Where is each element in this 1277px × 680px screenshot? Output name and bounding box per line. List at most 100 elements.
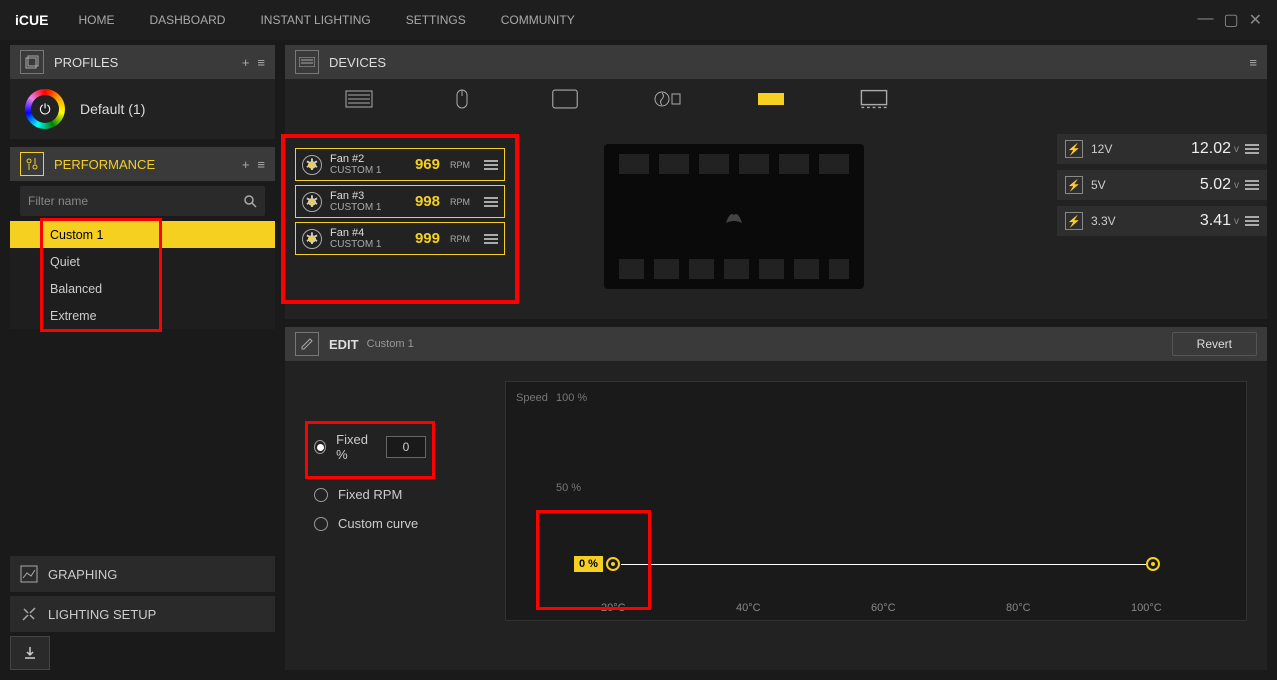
graphing-label: GRAPHING [48,567,117,582]
device-cooler-icon[interactable] [654,89,682,109]
device-mousepad-icon[interactable] [551,89,579,109]
search-icon [243,194,257,208]
lighting-label: LIGHTING SETUP [48,607,156,622]
volt-menu-icon[interactable] [1245,216,1259,226]
window-controls: — ▢ ✕ [1197,10,1262,30]
fan-profile: CUSTOM 1 [330,202,382,213]
fan-menu-icon[interactable] [484,197,498,207]
custom-curve-label: Custom curve [338,516,418,531]
highlight-chart-point [536,510,651,610]
volt-menu-icon[interactable] [1245,180,1259,190]
mode-fixed-rpm[interactable]: Fixed RPM [314,487,485,502]
chart-xtick-80: 80°C [1006,602,1031,614]
radio-custom-curve[interactable] [314,517,328,531]
volt-label: 3.3V [1091,214,1116,228]
profiles-header: PROFILES + ≡ [10,45,275,79]
profiles-title: PROFILES [54,55,118,70]
radio-fixed-pct[interactable] [314,440,326,454]
voltage-panel: ⚡ 12V 12.02v ⚡ 5V 5.02v ⚡ 3.3V 3.4 [1057,134,1267,304]
profiles-menu-icon[interactable]: ≡ [257,55,265,70]
perf-item-balanced[interactable]: Balanced [10,275,275,302]
chart-curve-line [621,564,1156,565]
download-icon [22,645,38,661]
tools-icon [20,605,38,623]
nav-settings[interactable]: SETTINGS [406,13,466,27]
nav-instant-lighting[interactable]: INSTANT LIGHTING [260,13,370,27]
fan-menu-icon[interactable] [484,160,498,170]
devices-header: DEVICES ≡ [285,45,1267,79]
devices-title: DEVICES [329,55,386,70]
nav: HOME DASHBOARD INSTANT LIGHTING SETTINGS… [78,13,574,27]
nav-community[interactable]: COMMUNITY [501,13,575,27]
highlight-fixed-pct: Fixed % [305,421,435,479]
fan-row-2[interactable]: ✲ Fan #2CUSTOM 1 969RPM [295,148,505,181]
perf-item-custom1[interactable]: Custom 1 [10,221,275,248]
performance-list: Custom 1 Quiet Balanced Extreme [10,221,275,329]
nav-home[interactable]: HOME [78,13,114,27]
perf-item-extreme[interactable]: Extreme [10,302,275,329]
mode-fixed-pct[interactable]: Fixed % [314,432,426,462]
bolt-icon: ⚡ [1065,140,1083,158]
close-icon[interactable]: ✕ [1249,10,1262,30]
perf-item-quiet[interactable]: Quiet [10,248,275,275]
download-button[interactable] [10,636,50,670]
nav-dashboard[interactable]: DASHBOARD [149,13,225,27]
profile-default[interactable]: ⏻ Default (1) [10,79,275,139]
mode-custom-curve[interactable]: Custom curve [314,516,485,531]
fan-rpm: 999 [415,230,440,247]
device-ram-icon[interactable] [860,89,888,109]
chart-ylabel: Speed [516,392,548,404]
keyboard-icon [295,50,319,74]
fan-unit: RPM [450,234,470,244]
profile-label: Default (1) [80,101,145,117]
lighting-setup-button[interactable]: LIGHTING SETUP [10,596,275,632]
volt-row-12v: ⚡ 12V 12.02v [1057,134,1267,164]
fan-curve-chart[interactable]: Speed 100 % 50 % 20°C 40°C 60°C 80°C 100… [505,381,1247,621]
device-mouse-icon[interactable] [448,89,476,109]
devices-menu-icon[interactable]: ≡ [1249,55,1257,70]
chart-xtick-40: 40°C [736,602,761,614]
fan-profile: CUSTOM 1 [330,239,382,250]
filter-input[interactable]: Filter name [20,186,265,216]
revert-button[interactable]: Revert [1172,332,1257,356]
device-commander-icon[interactable] [757,89,785,109]
edit-header: EDIT Custom 1 Revert [285,327,1267,361]
performance-add-icon[interactable]: + [242,157,250,172]
fan-menu-icon[interactable] [484,234,498,244]
fan-icon: ✲ [302,229,322,249]
fixed-pct-input[interactable] [386,436,426,458]
fan-icon: ✲ [302,155,322,175]
fan-unit: RPM [450,160,470,170]
fan-name: Fan #3 [330,190,382,202]
fan-name: Fan #2 [330,153,382,165]
radio-fixed-rpm[interactable] [314,488,328,502]
graphing-button[interactable]: GRAPHING [10,556,275,592]
minimize-icon[interactable]: — [1197,10,1213,30]
corsair-logo-icon [722,205,746,229]
chart-ytick-50: 50 % [556,482,581,494]
volt-label: 12V [1091,142,1112,156]
app-logo: iCUE [15,12,48,28]
fan-icon: ✲ [302,192,322,212]
profiles-add-icon[interactable]: + [242,55,250,70]
device-tabs [285,79,1267,119]
edit-title: EDIT [329,337,359,352]
device-keyboard-icon[interactable] [345,89,373,109]
fan-profile: CUSTOM 1 [330,165,382,176]
graphing-icon [20,565,38,583]
volt-menu-icon[interactable] [1245,144,1259,154]
maximize-icon[interactable]: ▢ [1223,10,1238,30]
edit-subtitle: Custom 1 [367,338,414,350]
highlight-fan-list: ✲ Fan #2CUSTOM 1 969RPM ✲ Fan #3CUSTOM 1… [281,134,519,304]
chart-point-end[interactable] [1146,557,1160,571]
fan-rpm: 998 [415,193,440,210]
volt-unit: v [1234,144,1239,155]
fixed-rpm-label: Fixed RPM [338,487,402,502]
bolt-icon: ⚡ [1065,212,1083,230]
performance-menu-icon[interactable]: ≡ [257,157,265,172]
volt-row-3v3: ⚡ 3.3V 3.41v [1057,206,1267,236]
fan-row-3[interactable]: ✲ Fan #3CUSTOM 1 998RPM [295,185,505,218]
fan-row-4[interactable]: ✲ Fan #4CUSTOM 1 999RPM [295,222,505,255]
performance-header: PERFORMANCE + ≡ [10,147,275,181]
performance-title: PERFORMANCE [54,157,155,172]
